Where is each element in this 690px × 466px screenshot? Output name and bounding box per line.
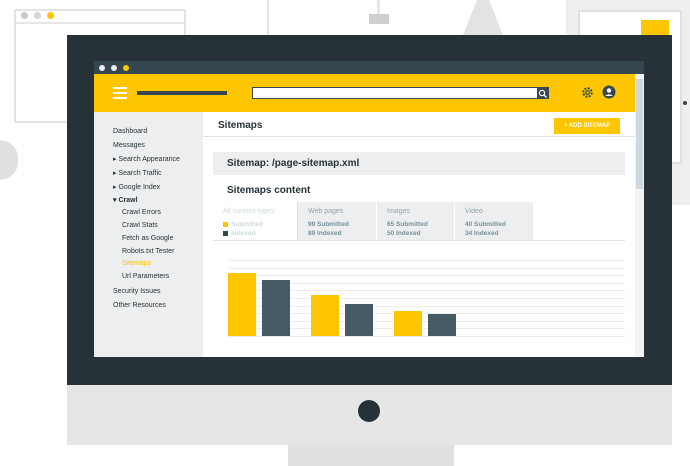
tab-label: Video bbox=[465, 208, 483, 215]
sidebar-item-fetch-as-google[interactable]: Fetch as Google bbox=[122, 235, 173, 242]
top-bar bbox=[94, 74, 644, 112]
background-lamp-shade-right bbox=[463, 0, 503, 35]
chart-bar-indexed-0 bbox=[262, 279, 290, 336]
tab-indexed-count: 50 Indexed bbox=[387, 230, 421, 237]
background-lamp-shade-mid bbox=[369, 14, 389, 24]
background-lamp-cord-left bbox=[267, 0, 269, 35]
sidebar-item-security-issues[interactable]: Security Issues bbox=[113, 288, 160, 295]
indexed-legend-swatch bbox=[223, 231, 228, 236]
gear-icon[interactable] bbox=[581, 86, 594, 104]
tab-all-content-types[interactable]: All content types Submitted Indexed bbox=[213, 202, 298, 240]
tab-indexed-count: 89 Indexed bbox=[308, 230, 342, 237]
background-window-dot-2 bbox=[34, 12, 41, 19]
background-window-divider bbox=[14, 22, 186, 24]
sidebar-item-crawl-stats[interactable]: Crawl Stats bbox=[122, 222, 158, 229]
tab-submitted-count: 40 Submitted bbox=[465, 221, 506, 228]
minimize-dot-icon[interactable] bbox=[111, 65, 117, 71]
chart-gridline bbox=[229, 336, 625, 337]
chart-bar-indexed-2 bbox=[428, 314, 456, 336]
indexed-legend-label: Indexed bbox=[231, 230, 256, 237]
tab-indexed-count: 34 Indexed bbox=[465, 230, 499, 237]
chart-bar-indexed-1 bbox=[345, 304, 373, 336]
chart-bar-submitted-2 bbox=[394, 310, 422, 336]
search-input[interactable] bbox=[252, 87, 548, 99]
search-icon[interactable] bbox=[537, 87, 549, 99]
sidebar-item-url-parameters[interactable]: Url Parameters bbox=[122, 273, 169, 280]
background-window-dot-1 bbox=[21, 12, 28, 19]
submitted-legend-swatch bbox=[223, 222, 228, 227]
chart-gridline bbox=[229, 267, 625, 269]
sidebar-item-search-traffic[interactable]: ▸ Search Traffic bbox=[113, 169, 162, 177]
logo-placeholder bbox=[137, 91, 227, 95]
background-window-dot-3 bbox=[47, 12, 54, 19]
app-screen: Dashboard Messages ▸ Search Appearance ▸… bbox=[94, 61, 644, 357]
monitor-stand bbox=[288, 445, 454, 466]
submitted-legend-label: Submitted bbox=[231, 221, 263, 228]
monitor-power-button bbox=[358, 400, 380, 422]
tab-video[interactable]: Video 40 Submitted 34 Indexed bbox=[455, 202, 533, 240]
tab-submitted-count: 99 Submitted bbox=[308, 221, 349, 228]
tab-submitted-count: 65 Submitted bbox=[387, 221, 428, 228]
account-icon[interactable] bbox=[602, 85, 616, 104]
scrollbar-thumb[interactable] bbox=[636, 79, 643, 189]
sidebar-item-dashboard[interactable]: Dashboard bbox=[113, 128, 147, 135]
sitemap-heading: Sitemap: /page-sitemap.xml bbox=[227, 158, 360, 169]
chart-gridline bbox=[229, 260, 625, 261]
background-sticky-note bbox=[641, 20, 669, 36]
background-dot bbox=[683, 101, 687, 105]
tab-web-pages[interactable]: Web pages 99 Submitted 89 Indexed bbox=[298, 202, 376, 240]
sidebar-item-messages[interactable]: Messages bbox=[113, 142, 145, 149]
tab-label: Images bbox=[387, 208, 410, 215]
background-blob-left bbox=[0, 140, 18, 180]
tabs-divider bbox=[213, 240, 625, 241]
sitemap-bar-chart bbox=[213, 256, 625, 341]
header-divider bbox=[203, 136, 644, 137]
maximize-dot-icon[interactable] bbox=[123, 65, 129, 71]
sidebar-item-crawl-errors[interactable]: Crawl Errors bbox=[122, 209, 161, 216]
sidebar-item-robots-tester[interactable]: Robots.txt Tester bbox=[122, 248, 174, 255]
chart-bar-submitted-1 bbox=[311, 294, 339, 336]
chart-gridline bbox=[229, 275, 625, 277]
close-dot-icon[interactable] bbox=[99, 65, 105, 71]
add-sitemap-button[interactable]: + ADD SITEMAP bbox=[554, 118, 620, 134]
sidebar-item-sitemaps[interactable]: Sitemaps bbox=[122, 260, 151, 267]
tab-label: All content types bbox=[223, 208, 275, 215]
sidebar-item-google-index[interactable]: ▸ Google Index bbox=[113, 183, 160, 191]
tab-label: Web pages bbox=[308, 208, 344, 215]
hamburger-icon[interactable] bbox=[113, 87, 127, 102]
sitemaps-content-heading: Sitemaps content bbox=[227, 185, 311, 196]
sidebar-item-search-appearance[interactable]: ▸ Search Appearance bbox=[113, 155, 180, 163]
chart-bar-submitted-0 bbox=[228, 273, 256, 336]
browser-chrome-bar bbox=[94, 61, 644, 74]
tab-images[interactable]: Images 65 Submitted 50 Indexed bbox=[377, 202, 454, 240]
sidebar: Dashboard Messages ▸ Search Appearance ▸… bbox=[94, 112, 203, 357]
sidebar-item-other-resources[interactable]: Other Resources bbox=[113, 302, 166, 309]
sidebar-item-crawl[interactable]: ▾ Crawl bbox=[113, 196, 138, 204]
page-title: Sitemaps bbox=[218, 120, 263, 131]
